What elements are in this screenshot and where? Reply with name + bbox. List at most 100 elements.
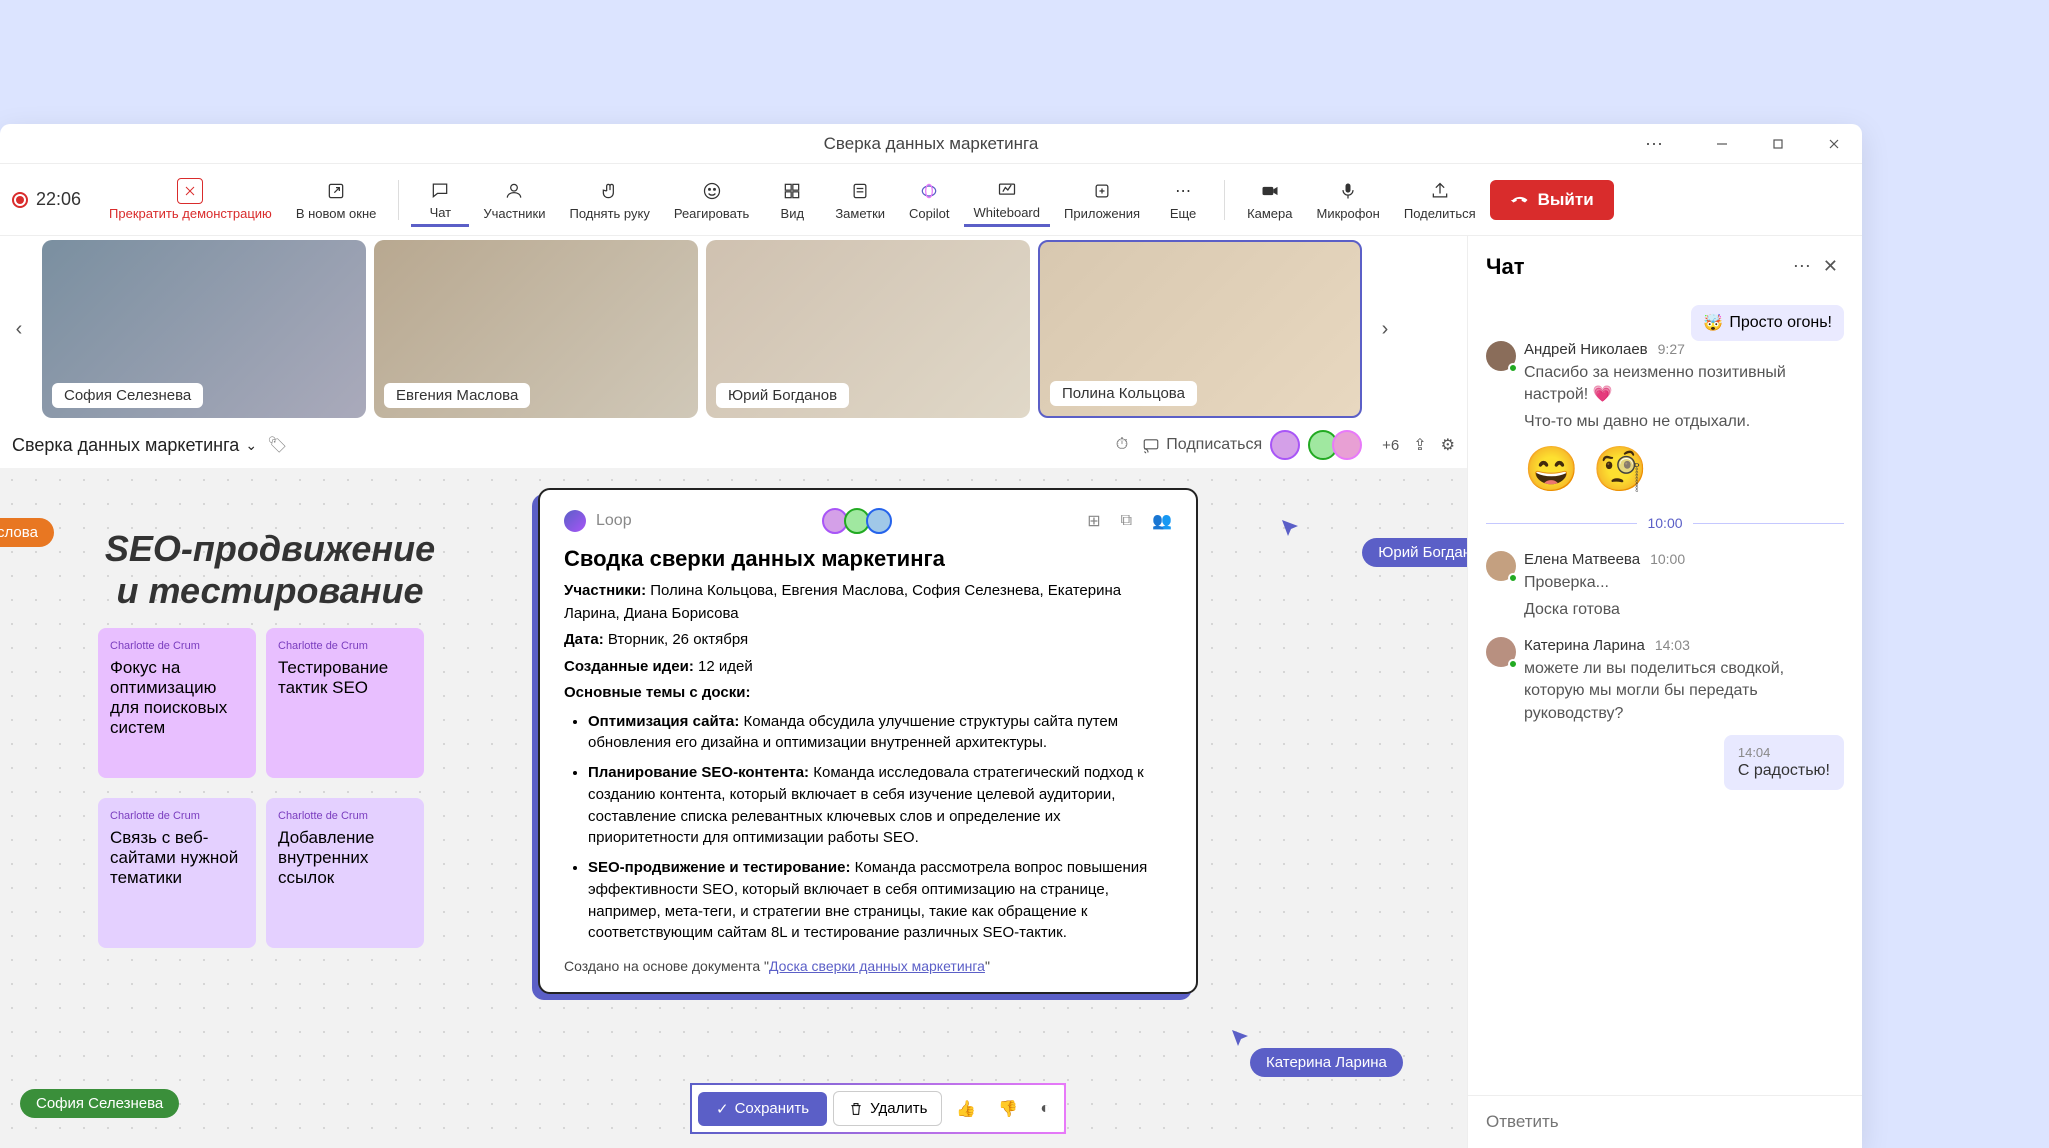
- loop-people-icon[interactable]: 👥: [1152, 511, 1172, 531]
- participant-name-badge: Евгения Маслова: [384, 383, 530, 408]
- whiteboard-button[interactable]: Whiteboard: [964, 173, 1050, 227]
- loop-topic-item: SEO-продвижение и тестирование: Команда …: [588, 857, 1172, 944]
- video-tile[interactable]: Полина Кольцова: [1038, 240, 1362, 418]
- loop-topics-list: Оптимизация сайта: Команда обсудила улуч…: [588, 711, 1172, 945]
- react-button[interactable]: Реагировать: [664, 174, 759, 225]
- video-next-button[interactable]: ›: [1370, 240, 1400, 418]
- copilot-react-icon[interactable]: ◐: [1032, 1094, 1058, 1124]
- chat-text: можете ли вы поделиться сводкой, которую…: [1524, 658, 1844, 725]
- thumbs-down-button[interactable]: 👎: [990, 1093, 1026, 1125]
- participant-name-badge: София Селезнева: [52, 383, 203, 408]
- timer-icon[interactable]: ⏱: [1116, 436, 1128, 454]
- presence-pill: Юрий Богдан: [1362, 538, 1467, 567]
- mindblown-emoji-icon: 🤯: [1703, 313, 1723, 333]
- participants-button[interactable]: Участники: [473, 174, 555, 225]
- share-doc-icon[interactable]: ⇪: [1413, 435, 1426, 455]
- sticky-note[interactable]: Charlotte de CrumДобавление внутренних с…: [266, 798, 424, 948]
- loop-source-link[interactable]: Доска сверки данных маркетинга: [769, 958, 985, 974]
- mic-button[interactable]: Микрофон: [1307, 174, 1390, 225]
- chat-text: Что-то мы давно не отдыхали.: [1524, 411, 1844, 433]
- emoji-reactions: 😄 🧐: [1524, 443, 1844, 495]
- maximize-button[interactable]: [1750, 124, 1806, 164]
- settings-icon[interactable]: ⚙: [1441, 435, 1455, 455]
- chat-compose: [1468, 1095, 1862, 1148]
- subscribe-button[interactable]: Подписаться: [1142, 436, 1262, 454]
- chat-panel: Чат ⋯ ✕ 🤯 Просто огонь! Андрей Николаев9…: [1467, 236, 1862, 1148]
- chat-text: Проверка...: [1524, 572, 1844, 594]
- sticky-note[interactable]: Charlotte de CrumФокус на оптимизацию дл…: [98, 628, 256, 778]
- stop-sharing-button[interactable]: Прекратить демонстрацию: [99, 174, 282, 225]
- reaction-pill[interactable]: 🤯 Просто огонь!: [1691, 305, 1844, 341]
- ai-confirm-bar: ✓ Сохранить Удалить 👍 👎 ◐: [690, 1083, 1066, 1134]
- copilot-button[interactable]: Copilot: [899, 174, 959, 225]
- save-button[interactable]: ✓ Сохранить: [698, 1092, 827, 1126]
- avatar: [1486, 637, 1516, 667]
- chat-meta: Катерина Ларина14:03: [1486, 637, 1844, 654]
- remote-cursor-icon: [1230, 1028, 1250, 1048]
- recording-indicator: 22:06: [12, 189, 81, 210]
- camera-button[interactable]: Камера: [1237, 174, 1302, 225]
- loop-grid-icon[interactable]: ⊞: [1087, 511, 1100, 531]
- whiteboard-icon: [994, 177, 1020, 203]
- apps-button[interactable]: Приложения: [1054, 174, 1150, 225]
- chat-meta: Елена Матвеева10:00: [1486, 551, 1844, 568]
- loop-date: Дата: Вторник, 26 октября: [564, 629, 1172, 652]
- avatar: [1486, 551, 1516, 581]
- note-text: Тестирование тактик SEO: [278, 658, 412, 698]
- participant-name-badge: Полина Кольцова: [1050, 381, 1197, 406]
- chat-message: Катерина Ларина14:03 можете ли вы подели…: [1486, 637, 1844, 725]
- view-button[interactable]: Вид: [763, 174, 821, 225]
- avatar-stack[interactable]: [1314, 430, 1362, 460]
- video-tile[interactable]: София Селезнева: [42, 240, 366, 418]
- emoji-icon: [699, 178, 725, 204]
- share-button[interactable]: Поделиться: [1394, 174, 1486, 225]
- note-author: Charlotte de Crum: [278, 640, 412, 652]
- loop-avatars: [826, 508, 892, 534]
- raise-hand-button[interactable]: Поднять руку: [559, 174, 659, 225]
- loop-card: Loop ⊞ ⧉ 👥 Сводка сверки данных маркетин…: [538, 488, 1198, 994]
- video-tile[interactable]: Юрий Богданов: [706, 240, 1030, 418]
- loop-ideas: Созданные идеи: 12 идей: [564, 656, 1172, 679]
- chat-input[interactable]: [1486, 1112, 1844, 1132]
- titlebar-more-button[interactable]: ⋯: [1626, 124, 1682, 164]
- chat-message: Елена Матвеева10:00 Проверка... Доска го…: [1486, 551, 1844, 621]
- loop-topics-label: Основные темы с доски:: [564, 682, 1172, 705]
- new-window-button[interactable]: В новом окне: [286, 174, 387, 225]
- chat-messages[interactable]: 🤯 Просто огонь! Андрей Николаев9:27 Спас…: [1468, 297, 1862, 1095]
- laugh-emoji-icon[interactable]: 😄: [1524, 443, 1579, 495]
- mic-icon: [1335, 178, 1361, 204]
- copilot-icon: [916, 178, 942, 204]
- tag-icon[interactable]: 🏷: [267, 435, 287, 455]
- notes-button[interactable]: Заметки: [825, 174, 895, 225]
- video-tile[interactable]: Евгения Маслова: [374, 240, 698, 418]
- toolbar-separator: [1224, 180, 1225, 220]
- overflow-count[interactable]: +6: [1382, 437, 1399, 454]
- sticky-note[interactable]: Charlotte de CrumСвязь с веб-сайтами нуж…: [98, 798, 256, 948]
- chat-more-button[interactable]: ⋯: [1787, 250, 1817, 283]
- chat-button[interactable]: Чат: [411, 173, 469, 227]
- close-button[interactable]: [1806, 124, 1862, 164]
- whiteboard-canvas[interactable]: Маслова SEO-продвижение и тестирование C…: [0, 468, 1467, 1148]
- video-prev-button[interactable]: ‹: [4, 240, 34, 418]
- delete-button[interactable]: Удалить: [833, 1091, 942, 1126]
- sticky-note[interactable]: Charlotte de Crum Тестирование тактик SEO: [266, 628, 424, 778]
- outgoing-message: 14:04 С радостью!: [1724, 735, 1844, 790]
- loop-brand: Loop: [596, 512, 632, 530]
- thumbs-up-button[interactable]: 👍: [948, 1093, 984, 1125]
- loop-title: Сводка сверки данных маркетинга: [564, 546, 1172, 572]
- loop-copy-icon[interactable]: ⧉: [1121, 512, 1132, 530]
- note-text: Фокус на оптимизацию для поисковых систе…: [110, 658, 244, 738]
- document-title[interactable]: Сверка данных маркетинга ⌄: [12, 435, 257, 456]
- meeting-toolbar: 22:06 Прекратить демонстрацию В новом ок…: [0, 164, 1862, 236]
- leave-button[interactable]: Выйти: [1490, 180, 1614, 220]
- minimize-button[interactable]: [1694, 124, 1750, 164]
- people-icon: [501, 178, 527, 204]
- chat-close-button[interactable]: ✕: [1817, 250, 1844, 283]
- eyes-emoji-icon[interactable]: 🧐: [1593, 443, 1648, 495]
- stop-share-icon: [177, 178, 203, 204]
- avatar-stack[interactable]: [1276, 430, 1300, 460]
- chevron-down-icon: ⌄: [245, 437, 257, 454]
- loop-header: Loop ⊞ ⧉ 👥: [564, 508, 1172, 534]
- titlebar: Сверка данных маркетинга ⋯: [0, 124, 1862, 164]
- more-button[interactable]: ⋯ Еще: [1154, 174, 1212, 225]
